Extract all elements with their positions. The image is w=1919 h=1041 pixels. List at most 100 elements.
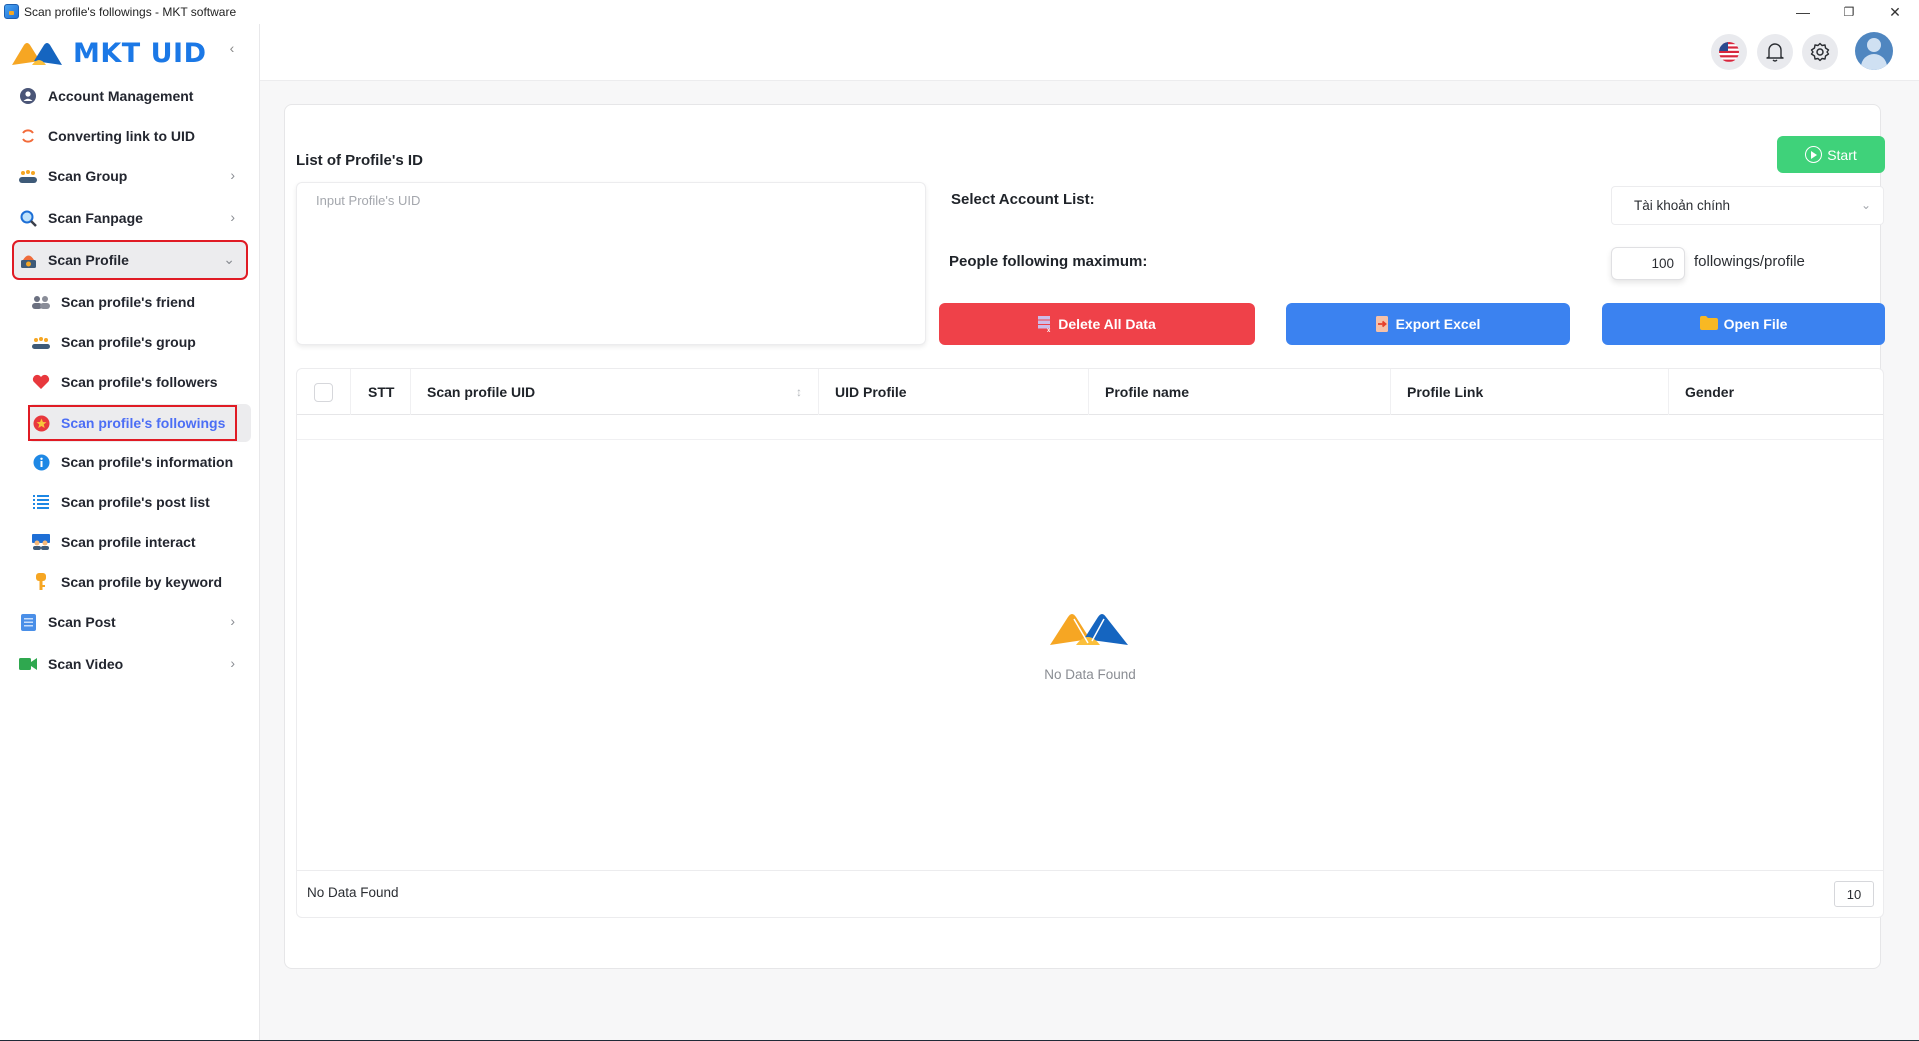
sidebar-subitem-interact[interactable]: Scan profile interact — [28, 523, 251, 561]
table-footer: No Data Found 10 — [297, 870, 1883, 917]
delete-table-icon: x — [1038, 316, 1052, 334]
chevron-right-icon: › — [230, 613, 235, 629]
friends-icon — [32, 293, 50, 311]
magnifier-icon — [19, 209, 37, 227]
svg-text:x: x — [1047, 328, 1051, 332]
subitem-label: Scan profile's group — [61, 334, 196, 350]
sidebar: MKT UID ‹ Account Management Converting … — [0, 24, 260, 1041]
subitem-label: Scan profile's friend — [61, 294, 196, 310]
close-button[interactable]: ✕ — [1873, 0, 1917, 24]
export-excel-button[interactable]: Export Excel — [1286, 303, 1570, 345]
table-header: STT Scan profile UID ↕ UID Profile Profi… — [297, 369, 1883, 415]
main-card: List of Profile's ID Start Select Accoun… — [284, 104, 1885, 969]
sidebar-subitem-friend[interactable]: Scan profile's friend — [28, 283, 251, 321]
select-account-label: Select Account List: — [951, 191, 1095, 208]
select-all-checkbox[interactable] — [314, 382, 333, 402]
sidebar-subitem-group[interactable]: Scan profile's group — [28, 323, 251, 361]
column-header-profile-link[interactable]: Profile Link — [1391, 369, 1669, 415]
empty-state-text: No Data Found — [1044, 667, 1136, 682]
footer-status-text: No Data Found — [307, 885, 399, 900]
user-avatar-icon[interactable] — [1855, 32, 1893, 70]
start-label: Start — [1827, 146, 1857, 163]
video-camera-icon — [19, 655, 37, 673]
minimize-button[interactable]: — — [1781, 0, 1825, 24]
select-all-cell — [297, 369, 351, 415]
sort-icon[interactable]: ↕ — [796, 385, 802, 399]
open-file-label: Open File — [1723, 316, 1788, 332]
column-header-label: Scan profile UID — [427, 384, 536, 400]
profile-id-list-title: List of Profile's ID — [296, 152, 423, 169]
refresh-icon — [19, 127, 37, 145]
sidebar-item-scan-fanpage[interactable]: Scan Fanpage › — [13, 199, 247, 237]
account-list-select[interactable]: Tài khoản chính ⌄ — [1611, 186, 1884, 225]
brand-name: MKT UID — [73, 38, 207, 69]
empty-state-logo-icon — [1050, 614, 1128, 645]
document-icon — [19, 613, 37, 631]
app-icon — [4, 4, 19, 19]
collapse-sidebar-button[interactable]: ‹ — [224, 40, 240, 58]
column-header-stt[interactable]: STT — [351, 369, 411, 415]
delete-all-data-button[interactable]: x Delete All Data — [939, 303, 1255, 345]
empty-state: No Data Found — [297, 609, 1883, 682]
sidebar-subitem-followers[interactable]: Scan profile's followers — [28, 363, 251, 401]
sidebar-item-label: Scan Post — [48, 614, 116, 630]
sidebar-item-scan-video[interactable]: Scan Video › — [13, 645, 247, 683]
profile-badge-icon — [19, 251, 37, 269]
bell-icon — [1766, 43, 1784, 62]
chevron-right-icon: › — [230, 209, 235, 225]
info-icon — [32, 453, 50, 471]
sidebar-subitem-followings[interactable]: Scan profile's followings — [28, 404, 251, 442]
export-label: Export Excel — [1395, 316, 1481, 332]
chevron-down-icon: ⌄ — [223, 251, 235, 267]
user-circle-icon — [19, 87, 37, 105]
column-header-scan-profile-uid[interactable]: Scan profile UID ↕ — [411, 369, 819, 415]
subitem-label: Scan profile interact — [61, 534, 196, 550]
group-icon — [19, 167, 37, 185]
sidebar-item-label: Account Management — [48, 88, 194, 104]
subitem-label: Scan profile's information — [61, 454, 234, 470]
interact-icon — [32, 533, 50, 551]
active-highlight-box — [28, 405, 237, 441]
max-following-unit: followings/profile — [1694, 253, 1805, 270]
group-icon — [32, 333, 50, 351]
row-divider — [297, 439, 1883, 440]
sidebar-item-label: Converting link to UID — [48, 128, 195, 144]
account-list-value: Tài khoản chính — [1634, 198, 1731, 213]
restore-button[interactable]: ❐ — [1827, 0, 1871, 24]
export-file-icon — [1375, 316, 1390, 332]
sidebar-item-account-management[interactable]: Account Management — [13, 77, 247, 115]
subitem-label: Scan profile's post list — [61, 494, 210, 510]
chevron-down-icon: ⌄ — [1860, 198, 1871, 212]
subitem-label: Scan profile by keyword — [61, 574, 223, 590]
sidebar-subitem-post-list[interactable]: Scan profile's post list — [28, 483, 251, 521]
sidebar-item-label: Scan Video — [48, 656, 124, 672]
chevron-right-icon: › — [230, 655, 235, 671]
brand-logo: MKT UID — [10, 38, 207, 69]
profile-uid-input[interactable] — [296, 182, 926, 345]
sidebar-item-scan-group[interactable]: Scan Group › — [13, 157, 247, 195]
sidebar-subitem-information[interactable]: Scan profile's information — [28, 443, 251, 481]
page-size-select[interactable]: 10 — [1834, 881, 1874, 907]
column-header-gender[interactable]: Gender — [1669, 369, 1885, 415]
open-file-button[interactable]: Open File — [1602, 303, 1885, 345]
start-button[interactable]: Start — [1777, 136, 1885, 173]
language-button[interactable] — [1711, 34, 1747, 70]
us-flag-icon — [1719, 42, 1739, 62]
settings-button[interactable] — [1802, 34, 1838, 70]
results-table: STT Scan profile UID ↕ UID Profile Profi… — [296, 368, 1884, 918]
sidebar-item-scan-post[interactable]: Scan Post › — [13, 603, 247, 641]
column-header-uid-profile[interactable]: UID Profile — [819, 369, 1089, 415]
folder-icon — [1699, 316, 1718, 332]
window-title: Scan profile's followings - MKT software — [24, 5, 237, 19]
subitem-label: Scan profile's followers — [61, 374, 218, 390]
notification-button[interactable] — [1757, 34, 1793, 70]
window-title-bar: Scan profile's followings - MKT software… — [0, 0, 1919, 24]
chevron-right-icon: › — [230, 167, 235, 183]
max-following-input[interactable] — [1611, 247, 1685, 280]
sidebar-item-scan-profile[interactable]: Scan Profile ⌄ — [12, 240, 248, 280]
play-circle-icon — [1805, 146, 1823, 163]
mkt-logo-icon — [12, 42, 62, 65]
sidebar-item-converting-link[interactable]: Converting link to UID — [13, 117, 247, 155]
sidebar-subitem-keyword[interactable]: Scan profile by keyword — [28, 563, 251, 601]
column-header-profile-name[interactable]: Profile name — [1089, 369, 1391, 415]
